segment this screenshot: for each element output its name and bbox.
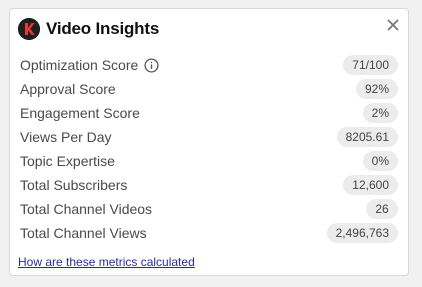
brand-logo-icon	[18, 18, 40, 40]
metric-label: Approval Score	[20, 81, 116, 97]
metric-value-badge: 71/100	[343, 55, 398, 75]
metric-label: Engagement Score	[20, 105, 140, 121]
metric-row-total-subscribers: Total Subscribers 12,600	[20, 173, 398, 197]
metric-row-optimization-score: Optimization Score 71/100	[20, 53, 398, 77]
metric-row-total-channel-videos: Total Channel Videos 26	[20, 197, 398, 221]
metric-label: Total Channel Videos	[20, 201, 153, 217]
metric-value-badge: 0%	[362, 151, 398, 171]
brand-logo-glyph	[18, 18, 40, 40]
metric-row-engagement-score: Engagement Score 2%	[20, 101, 398, 125]
metric-value-badge: 2%	[362, 103, 398, 123]
metrics-list: Optimization Score 71/100 Approval Score…	[20, 53, 398, 245]
metric-label: Total Subscribers	[20, 177, 128, 193]
metric-value-badge: 2,496,763	[326, 223, 398, 243]
metric-value-badge: 26	[366, 199, 398, 219]
metric-label: Total Channel Views	[20, 225, 147, 241]
close-icon[interactable]	[386, 18, 400, 32]
metrics-explanation-link[interactable]: How are these metrics calculated	[18, 255, 195, 269]
panel-title: Video Insights	[46, 19, 160, 38]
metric-label: Optimization Score	[20, 57, 139, 73]
metric-row-total-channel-views: Total Channel Views 2,496,763	[20, 221, 398, 245]
panel-header: Video Insights	[18, 17, 400, 41]
metric-row-topic-expertise: Topic Expertise 0%	[20, 149, 398, 173]
metric-row-views-per-day: Views Per Day 8205.61	[20, 125, 398, 149]
metric-label: Topic Expertise	[20, 153, 115, 169]
info-circle-icon[interactable]	[144, 57, 159, 73]
metric-row-approval-score: Approval Score 92%	[20, 77, 398, 101]
metric-value-badge: 12,600	[343, 175, 398, 195]
video-insights-panel: Video Insights Optimization Score 71/100	[9, 8, 409, 276]
metric-value-badge: 8205.61	[336, 127, 398, 147]
metric-value-badge: 92%	[355, 79, 398, 99]
metric-label: Views Per Day	[20, 129, 112, 145]
